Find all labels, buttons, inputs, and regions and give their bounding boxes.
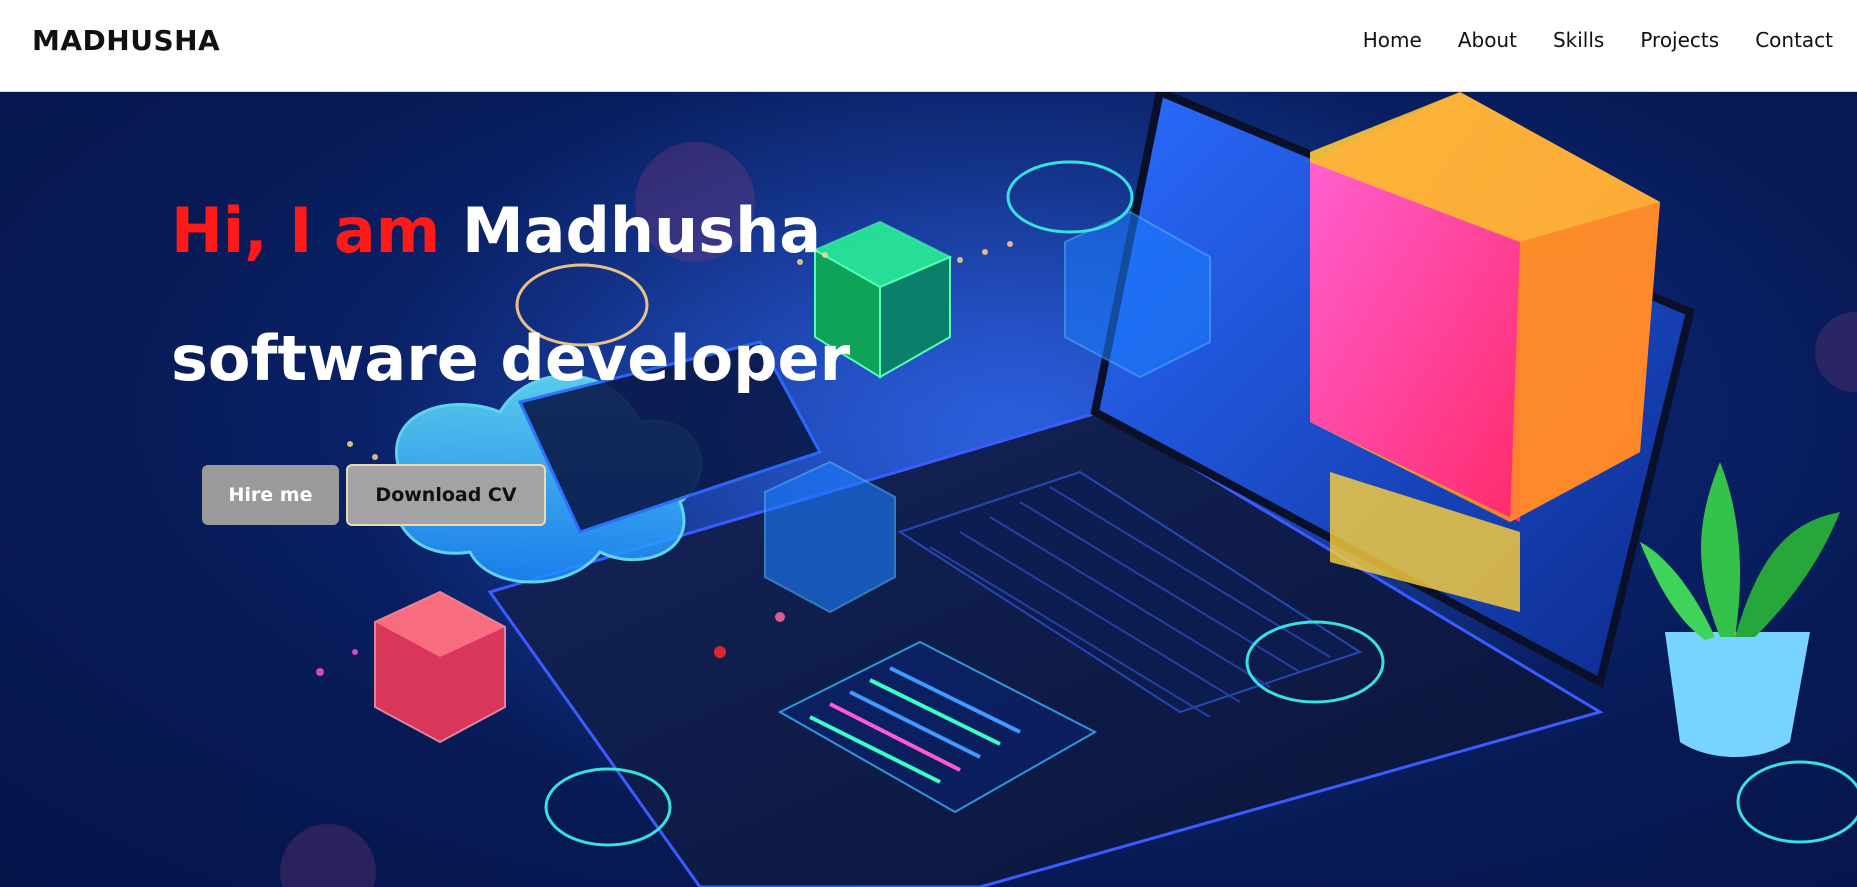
headline-line-1: Hi, I am Madhusha [171,200,850,262]
nav-about[interactable]: About [1440,28,1535,52]
greeting-text: Hi, I am [171,194,441,267]
nav-projects[interactable]: Projects [1622,28,1737,52]
hero-section: Hi, I am Madhusha software developer Hir… [0,92,1857,887]
bokeh-circle [280,824,376,887]
download-cv-button[interactable]: Download CV [346,464,546,526]
top-navbar: MADHUSHA Home About Skills Projects Cont… [0,0,1857,92]
brand-logo[interactable]: MADHUSHA [32,24,220,57]
nav-home[interactable]: Home [1345,28,1440,52]
hero-headline: Hi, I am Madhusha software developer [171,200,850,390]
hero-name: Madhusha [461,194,822,267]
hire-me-button[interactable]: Hire me [202,465,339,525]
leaf-ring-icon [1736,760,1857,844]
bokeh-circle [1815,312,1857,392]
nav-skills[interactable]: Skills [1535,28,1622,52]
nav-contact[interactable]: Contact [1737,28,1833,52]
main-nav: Home About Skills Projects Contact [1345,28,1833,52]
potted-plant [1640,462,1840,757]
hero-role: software developer [171,322,851,395]
